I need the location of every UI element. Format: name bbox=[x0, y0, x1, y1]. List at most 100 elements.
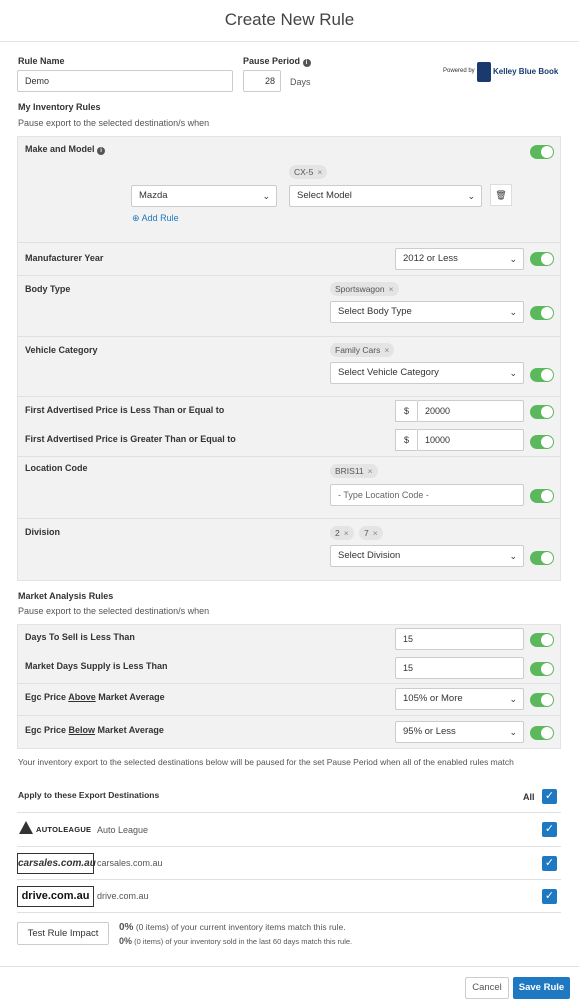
vehicle-category-label: Vehicle Category bbox=[25, 345, 98, 355]
days-to-sell-toggle[interactable] bbox=[530, 633, 554, 647]
vehicle-category-select[interactable]: Select Vehicle Category ⌄ bbox=[330, 362, 524, 384]
divider bbox=[17, 683, 561, 684]
chevron-down-icon: ⌄ bbox=[509, 254, 517, 264]
info-icon: i bbox=[97, 147, 106, 155]
price-lte-input[interactable]: 20000 bbox=[417, 400, 524, 422]
trash-icon[interactable]: 🗑 bbox=[490, 184, 512, 206]
market-days-supply-input[interactable]: 15 bbox=[395, 657, 524, 679]
divider bbox=[17, 879, 561, 880]
body-type-toggle[interactable] bbox=[530, 306, 554, 320]
divider bbox=[17, 912, 561, 913]
chevron-down-icon: ⌄ bbox=[262, 191, 270, 201]
footer-divider bbox=[0, 966, 579, 967]
location-code-toggle[interactable] bbox=[530, 489, 554, 503]
rule-name-input[interactable]: Demo bbox=[17, 70, 233, 92]
location-code-input[interactable]: - Type Location Code - bbox=[330, 484, 524, 506]
price-above-toggle[interactable] bbox=[530, 693, 554, 707]
vehicle-category-toggle[interactable] bbox=[530, 368, 554, 382]
price-below-select[interactable]: 95% or Less ⌄ bbox=[395, 721, 524, 743]
price-above-select[interactable]: 105% or More ⌄ bbox=[395, 688, 524, 710]
carsales-checkbox[interactable]: ✓ bbox=[542, 856, 557, 871]
rule-name-label: Rule Name bbox=[18, 56, 65, 66]
divider bbox=[17, 715, 561, 716]
destinations-title: Apply to these Export Destinations bbox=[18, 790, 160, 800]
price-lte-toggle[interactable] bbox=[530, 405, 554, 419]
add-rule-link[interactable]: ⊕ Add Rule bbox=[132, 213, 179, 224]
year-label: Manufacturer Year bbox=[25, 253, 104, 263]
impact-line-current: 0% (0 items) of your current inventory i… bbox=[119, 922, 346, 933]
model-select[interactable]: Select Model ⌄ bbox=[289, 185, 482, 207]
divider bbox=[17, 518, 561, 519]
days-to-sell-input[interactable]: 15 bbox=[395, 628, 524, 650]
autoleague-logo: AUTOLEAGUE bbox=[36, 825, 92, 834]
autoleague-checkbox[interactable]: ✓ bbox=[542, 822, 557, 837]
drive-checkbox[interactable]: ✓ bbox=[542, 889, 557, 904]
chevron-down-icon: ⌄ bbox=[509, 307, 517, 317]
remove-tag-icon[interactable]: × bbox=[344, 528, 349, 538]
model-tag[interactable]: CX-5 × bbox=[289, 165, 328, 179]
location-code-label: Location Code bbox=[25, 463, 88, 473]
divider bbox=[17, 396, 561, 397]
divider bbox=[17, 812, 561, 813]
carsales-logo: carsales.com.au bbox=[17, 853, 96, 874]
all-label: All bbox=[523, 792, 535, 802]
remove-tag-icon[interactable]: × bbox=[373, 528, 378, 538]
make-model-toggle[interactable] bbox=[530, 145, 554, 159]
currency-addon: $ bbox=[395, 400, 417, 422]
pause-note: Your inventory export to the selected de… bbox=[18, 757, 514, 767]
division-label: Division bbox=[25, 527, 61, 537]
save-rule-button[interactable]: Save Rule bbox=[513, 977, 570, 999]
inventory-rules-subtitle: Pause export to the selected destination… bbox=[18, 118, 210, 128]
year-select[interactable]: 2012 or Less ⌄ bbox=[395, 248, 524, 270]
chevron-down-icon: ⌄ bbox=[467, 191, 475, 201]
remove-tag-icon[interactable]: × bbox=[389, 284, 394, 294]
price-gte-label: First Advertised Price is Greater Than o… bbox=[25, 434, 236, 444]
year-toggle[interactable] bbox=[530, 252, 554, 266]
price-gte-input[interactable]: 10000 bbox=[417, 429, 524, 451]
division-tag[interactable]: 7 × bbox=[359, 526, 383, 540]
market-days-supply-label: Market Days Supply is Less Than bbox=[25, 661, 168, 671]
location-code-tag[interactable]: BRIS11 × bbox=[330, 464, 378, 478]
divider bbox=[17, 846, 561, 847]
body-type-label: Body Type bbox=[25, 284, 71, 294]
currency-addon: $ bbox=[395, 429, 417, 451]
body-type-tag[interactable]: Sportswagon × bbox=[330, 282, 399, 296]
body-type-select[interactable]: Select Body Type ⌄ bbox=[330, 301, 524, 323]
impact-line-sold: 0% (0 items) of your inventory sold in t… bbox=[119, 936, 353, 946]
price-above-label: Egc Price Above Market Average bbox=[25, 692, 165, 702]
pause-period-label: Pause Period i bbox=[243, 56, 311, 67]
make-select[interactable]: Mazda ⌄ bbox=[131, 185, 277, 207]
powered-by: Powered by bbox=[443, 68, 475, 74]
price-gte-toggle[interactable] bbox=[530, 435, 554, 449]
test-rule-impact-button[interactable]: Test Rule Impact bbox=[17, 922, 109, 945]
destination-name: carsales.com.au bbox=[97, 858, 163, 868]
remove-tag-icon[interactable]: × bbox=[317, 167, 322, 177]
cancel-button[interactable]: Cancel bbox=[465, 977, 509, 999]
price-lte-label: First Advertised Price is Less Than or E… bbox=[25, 405, 225, 415]
market-rules-subtitle: Pause export to the selected destination… bbox=[18, 606, 210, 616]
remove-tag-icon[interactable]: × bbox=[384, 345, 389, 355]
remove-tag-icon[interactable]: × bbox=[368, 466, 373, 476]
divider bbox=[17, 336, 561, 337]
division-tag[interactable]: 2 × bbox=[330, 526, 354, 540]
info-icon: i bbox=[302, 59, 311, 67]
division-toggle[interactable] bbox=[530, 551, 554, 565]
pause-period-input[interactable]: 28 bbox=[243, 70, 281, 92]
inventory-rules-title: My Inventory Rules bbox=[18, 102, 101, 112]
market-days-supply-toggle[interactable] bbox=[530, 662, 554, 676]
chevron-down-icon: ⌄ bbox=[509, 727, 517, 737]
drive-logo: drive.com.au bbox=[17, 886, 94, 907]
price-below-toggle[interactable] bbox=[530, 726, 554, 740]
make-model-label: Make and Model i bbox=[25, 144, 106, 155]
vehicle-category-tag[interactable]: Family Cars × bbox=[330, 343, 395, 357]
chevron-down-icon: ⌄ bbox=[509, 694, 517, 704]
kbb-logo-icon bbox=[477, 62, 491, 82]
days-to-sell-label: Days To Sell is Less Than bbox=[25, 632, 135, 642]
kbb-logo-text: Kelley Blue Book bbox=[493, 67, 559, 76]
destination-name: Auto League bbox=[97, 825, 149, 835]
all-destinations-checkbox[interactable]: ✓ bbox=[542, 789, 557, 804]
plus-circle-icon: ⊕ bbox=[132, 213, 140, 223]
chevron-down-icon: ⌄ bbox=[509, 368, 517, 378]
division-select[interactable]: Select Division ⌄ bbox=[330, 545, 524, 567]
pause-unit: Days bbox=[290, 77, 311, 87]
